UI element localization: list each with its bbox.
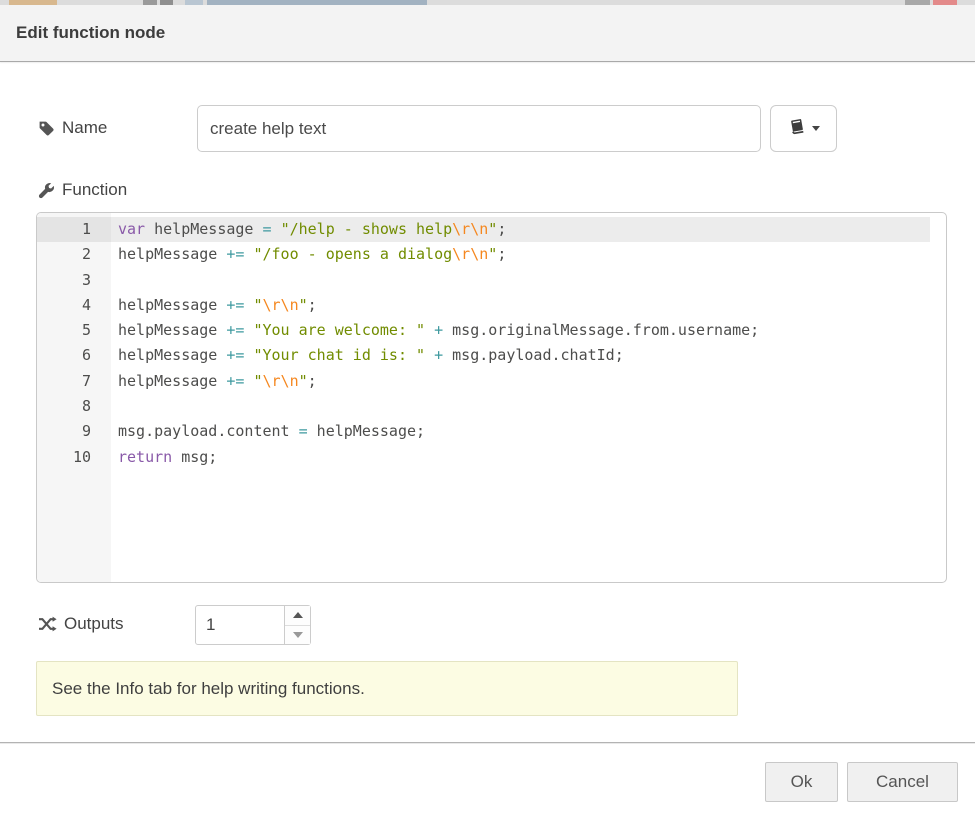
ok-button[interactable]: Ok	[765, 762, 838, 802]
spinner-up-button[interactable]	[285, 606, 310, 626]
gutter-line-number: 6	[37, 343, 111, 368]
gutter-line-number: 9	[37, 419, 111, 444]
footer-divider	[0, 742, 975, 743]
name-label-text: Name	[62, 118, 107, 138]
gutter-line-number: 8	[37, 394, 111, 419]
dialog-titlebar: Edit function node	[0, 5, 975, 62]
code-line: helpMessage += "You are welcome: " + msg…	[111, 318, 946, 343]
code-line	[111, 268, 946, 293]
tag-icon	[38, 120, 55, 137]
code-line: helpMessage += "Your chat id is: " + msg…	[111, 343, 946, 368]
function-label-text: Function	[62, 180, 127, 200]
code-line: helpMessage += "\r\n";	[111, 293, 946, 318]
editor-gutter: 12345678910	[37, 213, 111, 582]
outputs-label: Outputs	[38, 614, 124, 634]
triangle-down-icon	[293, 632, 303, 638]
info-tip: See the Info tab for help writing functi…	[36, 661, 738, 716]
function-label: Function	[38, 180, 127, 200]
code-line: helpMessage += "\r\n";	[111, 369, 946, 394]
book-icon	[788, 118, 806, 140]
code-editor[interactable]: 12345678910 var helpMessage = "/help - s…	[36, 212, 947, 583]
code-line	[111, 394, 946, 419]
gutter-line-number: 10	[37, 445, 111, 470]
dialog-title: Edit function node	[16, 23, 165, 43]
gutter-line-number: 2	[37, 242, 111, 267]
code-line: var helpMessage = "/help - shows help\r\…	[111, 217, 946, 242]
gutter-line-number: 7	[37, 369, 111, 394]
outputs-label-text: Outputs	[64, 614, 124, 634]
outputs-input[interactable]	[196, 606, 284, 644]
gutter-line-number: 4	[37, 293, 111, 318]
editor-code: var helpMessage = "/help - shows help\r\…	[111, 213, 946, 582]
code-line: return msg;	[111, 445, 946, 470]
cancel-button[interactable]: Cancel	[847, 762, 958, 802]
shuffle-icon	[38, 616, 57, 632]
spinner-down-button[interactable]	[285, 626, 310, 645]
gutter-line-number: 1	[37, 217, 111, 242]
name-input[interactable]	[197, 105, 761, 152]
spinner-buttons	[284, 606, 310, 644]
name-label: Name	[38, 118, 107, 138]
triangle-up-icon	[293, 612, 303, 618]
code-line: msg.payload.content = helpMessage;	[111, 419, 946, 444]
chevron-down-icon	[812, 126, 820, 131]
wrench-icon	[38, 182, 55, 199]
code-line: helpMessage += "/foo - opens a dialog\r\…	[111, 242, 946, 267]
gutter-line-number: 5	[37, 318, 111, 343]
info-tip-text: See the Info tab for help writing functi…	[52, 679, 365, 699]
outputs-spinner	[195, 605, 311, 645]
gutter-line-number: 3	[37, 268, 111, 293]
library-button[interactable]	[770, 105, 837, 152]
